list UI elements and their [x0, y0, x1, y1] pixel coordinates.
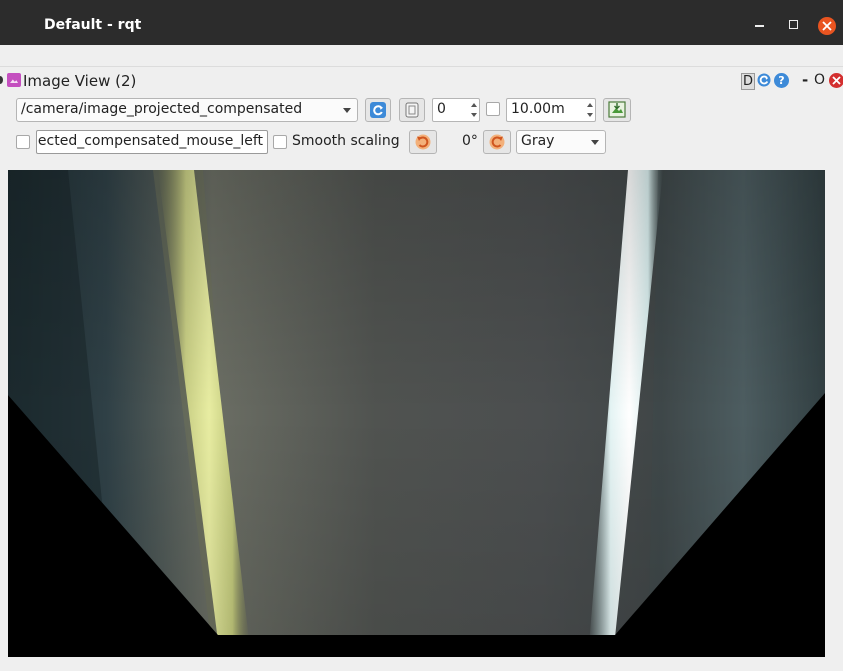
smooth-scaling-checkbox[interactable] — [273, 135, 287, 149]
timeout-spinbox[interactable]: 10.00m — [506, 98, 596, 122]
spin-down-icon[interactable] — [587, 113, 593, 117]
dynamic-range-checkbox[interactable] — [486, 102, 500, 116]
window-close-button[interactable] — [818, 17, 836, 35]
topic-select-value: /camera/image_projected_compensated — [21, 101, 303, 117]
window-title: Default - rqt — [44, 17, 142, 33]
rotate-left-button[interactable] — [409, 130, 437, 154]
reload-icon — [757, 73, 771, 87]
zoom-spinbox-value: 0 — [437, 101, 446, 117]
refresh-topics-button[interactable] — [365, 98, 391, 122]
save-image-icon — [608, 101, 626, 118]
plugin-help-button[interactable]: ? — [774, 73, 789, 88]
zoom-icon — [405, 102, 419, 118]
mouse-topic-value: jected_compensated_mouse_left — [36, 133, 263, 149]
chevron-down-icon — [591, 140, 599, 145]
spin-up-icon[interactable] — [471, 103, 477, 107]
close-icon — [832, 76, 841, 85]
rotate-right-button[interactable] — [483, 130, 511, 154]
save-image-button[interactable] — [603, 98, 631, 122]
camera-image-display[interactable] — [8, 170, 825, 657]
image-view-icon — [7, 73, 21, 87]
minimize-button[interactable] — [750, 14, 770, 34]
spin-up-icon[interactable] — [587, 103, 593, 107]
topic-select[interactable]: /camera/image_projected_compensated — [16, 98, 358, 122]
publish-mouse-checkbox[interactable] — [16, 135, 30, 149]
refresh-icon — [370, 102, 386, 118]
plugin-close-button[interactable] — [829, 73, 843, 88]
zoom-spinbox[interactable]: 0 — [432, 98, 480, 122]
camera-image — [8, 170, 825, 657]
plugin-title: Image View (2) — [23, 72, 137, 90]
maximize-icon — [789, 20, 798, 29]
timeout-spinbox-value: 10.00m — [511, 101, 565, 117]
zoom-button[interactable] — [399, 98, 425, 122]
plugin-dock-button[interactable]: D — [741, 73, 756, 90]
close-icon — [822, 21, 832, 31]
rotate-left-icon — [415, 134, 431, 150]
plugin-reload-button[interactable] — [757, 73, 771, 87]
rotation-value: 0° — [462, 133, 478, 149]
plugin-options-button[interactable]: O — [814, 72, 825, 88]
minimize-icon — [755, 25, 764, 27]
smooth-scaling-label: Smooth scaling — [292, 133, 400, 149]
color-scheme-value: Gray — [521, 133, 555, 149]
rotate-right-icon — [489, 134, 505, 150]
plugin-minimize-button[interactable]: - — [802, 71, 808, 89]
window-titlebar: Default - rqt — [0, 0, 843, 45]
color-scheme-select[interactable]: Gray — [516, 130, 606, 154]
mouse-topic-input[interactable]: jected_compensated_mouse_left — [36, 130, 268, 154]
spin-down-icon[interactable] — [471, 113, 477, 117]
maximize-button[interactable] — [783, 14, 803, 34]
chevron-down-icon — [343, 108, 351, 113]
